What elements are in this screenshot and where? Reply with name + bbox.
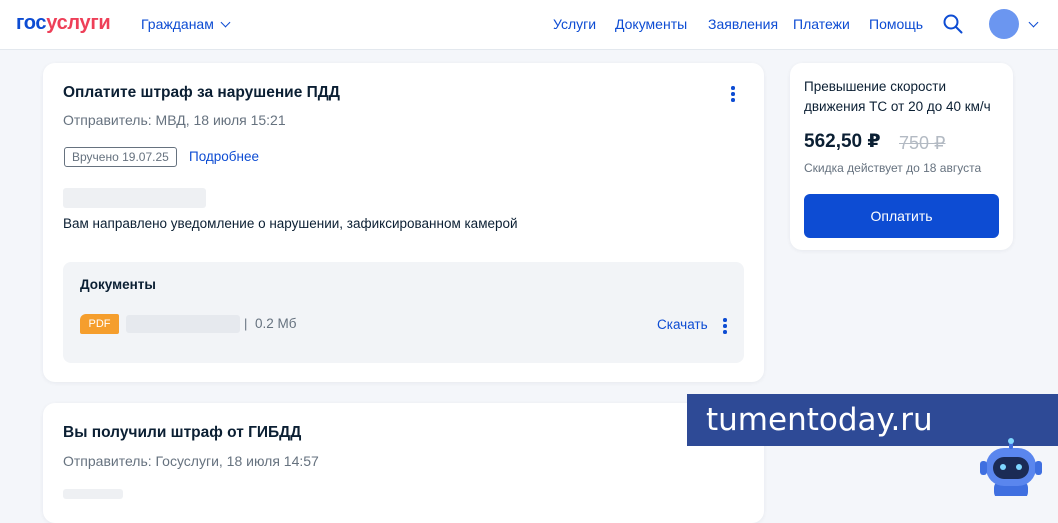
top-navigation-bar: госуслуги Гражданам Услуги Документы Зая… bbox=[0, 0, 1058, 50]
redacted-file-name bbox=[126, 315, 240, 333]
payment-card: Превышение скорости движения ТС от 20 до… bbox=[790, 63, 1013, 250]
nav-applications[interactable]: Заявления bbox=[708, 16, 778, 32]
logo-part-uslugi: услуги bbox=[46, 12, 111, 34]
fine-notification-card: Оплатите штраф за нарушение ПДД Отправит… bbox=[43, 63, 764, 382]
redacted-text bbox=[63, 489, 123, 499]
second-notification-card: Вы получили штраф от ГИБДД Отправитель: … bbox=[43, 403, 764, 523]
download-link[interactable]: Скачать bbox=[657, 317, 708, 333]
logo-part-gos: гос bbox=[16, 12, 47, 34]
nav-payments[interactable]: Платежи bbox=[793, 16, 850, 32]
card-sender: Отправитель: МВД, 18 июля 15:21 bbox=[63, 112, 286, 128]
nav-documents[interactable]: Документы bbox=[615, 16, 687, 32]
card-title: Оплатите штраф за нарушение ПДД bbox=[63, 84, 340, 101]
documents-title: Документы bbox=[80, 277, 156, 292]
notification-message: Вам направлено уведомление о нарушении, … bbox=[63, 216, 518, 231]
audience-menu-label: Гражданам bbox=[141, 16, 214, 32]
details-link[interactable]: Подробнее bbox=[189, 149, 259, 165]
discount-note: Скидка действует до 18 августа bbox=[804, 161, 982, 175]
avatar[interactable] bbox=[989, 9, 1019, 39]
documents-section: Документы PDF | 0.2 Мб Скачать bbox=[63, 262, 744, 363]
old-price: 750 ₽ bbox=[899, 133, 946, 153]
gosuslugi-logo[interactable]: госуслуги bbox=[16, 12, 111, 34]
price: 562,50 ₽ bbox=[804, 131, 881, 152]
card-sender: Отправитель: Госуслуги, 18 июля 14:57 bbox=[63, 453, 319, 469]
redacted-text bbox=[63, 188, 206, 208]
search-icon[interactable] bbox=[942, 13, 964, 35]
file-options-icon[interactable] bbox=[723, 318, 727, 334]
pay-button[interactable]: Оплатить bbox=[804, 194, 999, 238]
fine-description: Превышение скорости движения ТС от 20 до… bbox=[804, 79, 991, 114]
more-options-icon[interactable] bbox=[731, 86, 735, 102]
chevron-down-icon bbox=[220, 17, 231, 28]
audience-menu[interactable]: Гражданам bbox=[141, 16, 231, 32]
nav-help[interactable]: Помощь bbox=[869, 16, 923, 32]
file-size: 0.2 Мб bbox=[255, 316, 297, 331]
nav-services[interactable]: Услуги bbox=[553, 16, 596, 32]
card-title: Вы получили штраф от ГИБДД bbox=[63, 424, 302, 441]
status-badge: Вручено 19.07.25 bbox=[64, 147, 177, 167]
file-separator: | bbox=[244, 316, 248, 331]
chevron-down-icon[interactable] bbox=[1028, 17, 1039, 28]
assistant-robot-icon[interactable] bbox=[974, 436, 1058, 496]
pdf-file-icon: PDF bbox=[80, 314, 119, 334]
